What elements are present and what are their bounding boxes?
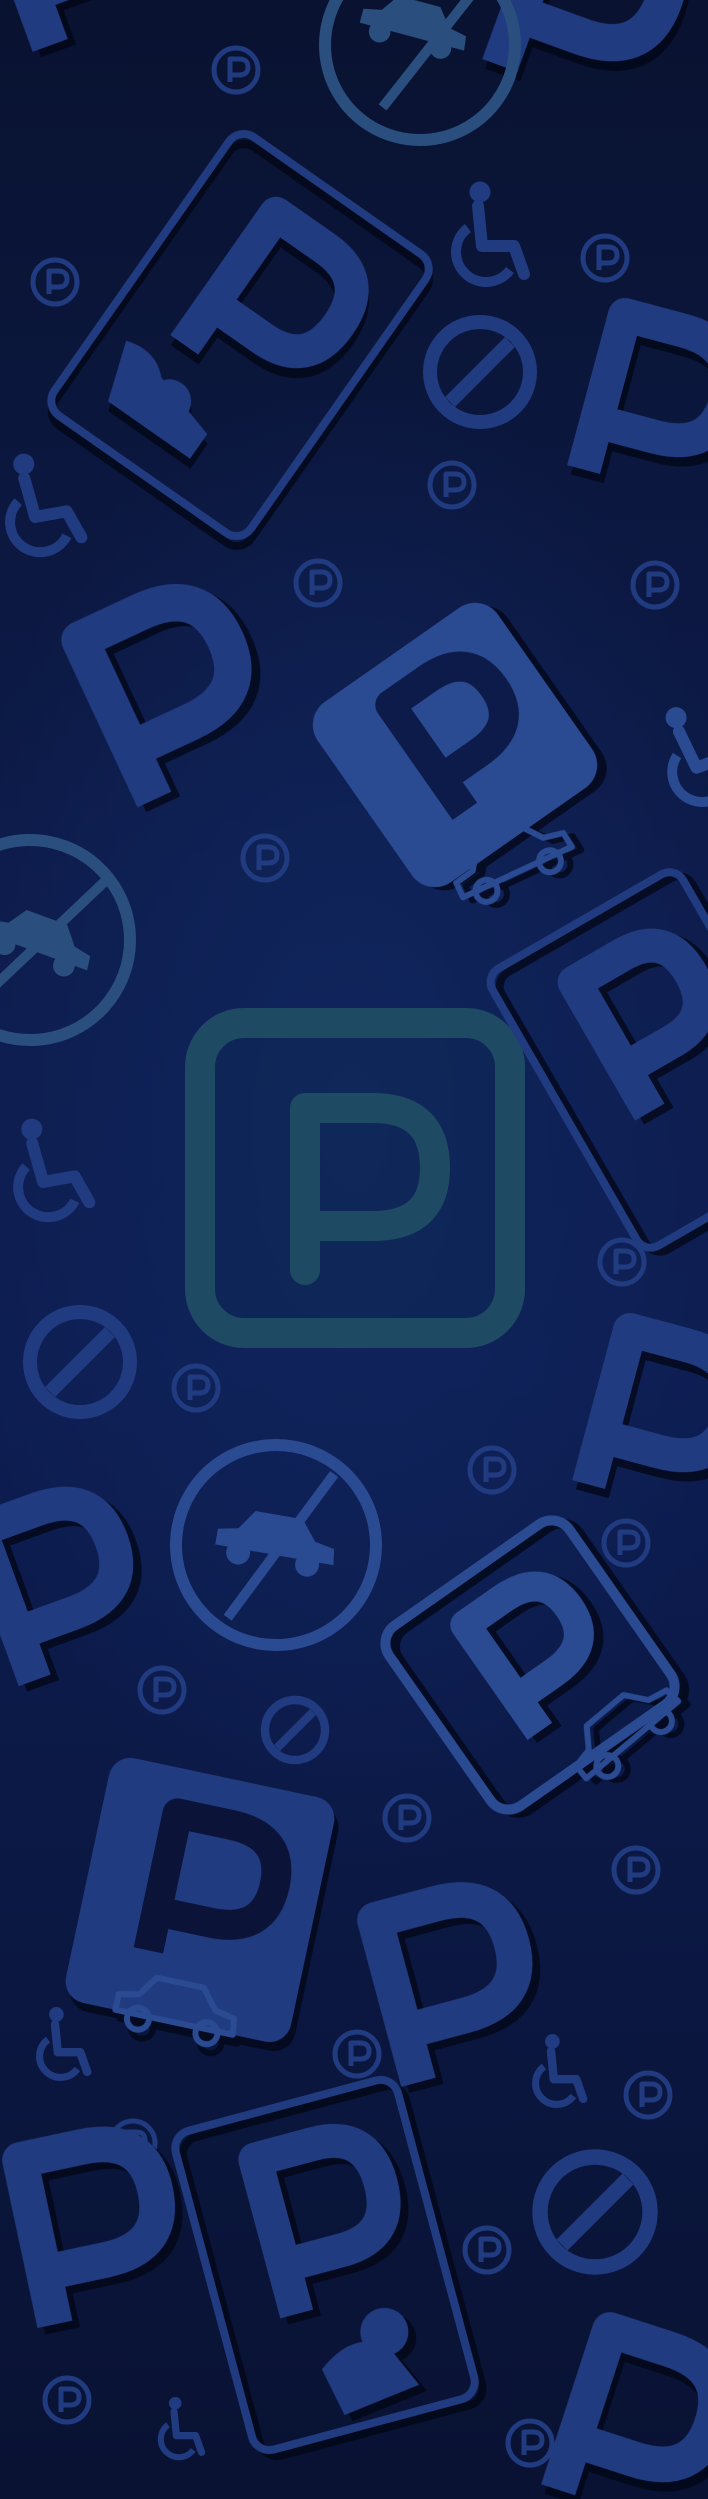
parking-coin-icon bbox=[385, 1796, 429, 1840]
parking-coin-icon bbox=[430, 463, 474, 507]
parking-coin-icon bbox=[604, 1521, 648, 1565]
letter-p-icon bbox=[589, 1330, 708, 1516]
no-entry-icon bbox=[540, 2157, 650, 2267]
letter-p-icon bbox=[375, 1887, 540, 2082]
parking-coin-icon bbox=[296, 561, 340, 605]
parking-coin-icon bbox=[626, 2073, 670, 2117]
wheelchair-icon bbox=[6, 1112, 90, 1222]
wheelchair-icon bbox=[456, 182, 524, 282]
parking-coin-icon bbox=[600, 1240, 644, 1284]
letter-p-icon bbox=[20, 2134, 178, 2325]
no-car-icon bbox=[0, 834, 136, 1046]
parking-coin-icon bbox=[465, 2228, 509, 2272]
parking-pattern-background bbox=[0, 0, 708, 2499]
pattern-canvas bbox=[0, 0, 708, 2499]
center-parking-sign bbox=[185, 1008, 525, 1348]
letter-p-icon bbox=[500, 0, 684, 111]
wheelchair-icon bbox=[650, 693, 708, 810]
letter-p-icon bbox=[0, 0, 174, 45]
parking-coin-icon bbox=[243, 836, 287, 880]
parking-coin-icon bbox=[633, 563, 677, 607]
parking-coin-icon bbox=[45, 2378, 89, 2422]
parking-coin-icon bbox=[583, 236, 627, 280]
parking-meter-card-icon bbox=[47, 129, 433, 541]
no-entry-icon bbox=[30, 1312, 130, 1412]
parking-coin-icon bbox=[140, 1668, 184, 1712]
no-car-icon bbox=[170, 1439, 382, 1651]
parking-car-square-icon bbox=[65, 1757, 335, 2061]
parking-meter-card-icon bbox=[171, 2075, 479, 2455]
letter-p-icon bbox=[558, 2330, 708, 2499]
parking-car-diamond-icon bbox=[380, 1515, 701, 1815]
wheelchair-icon bbox=[0, 447, 83, 557]
wheelchair-icon bbox=[40, 2007, 88, 2077]
letter-p-icon bbox=[584, 315, 708, 501]
no-entry-icon bbox=[430, 322, 530, 422]
parking-coin-icon bbox=[174, 1366, 218, 1410]
wheelchair-icon bbox=[536, 2034, 584, 2104]
parking-coin-icon bbox=[470, 1448, 514, 1492]
parking-coin-icon bbox=[508, 2421, 552, 2465]
parking-coin-icon bbox=[214, 48, 258, 92]
letter-p-icon bbox=[80, 584, 274, 799]
no-entry-icon bbox=[265, 1700, 325, 1760]
parking-coin-icon bbox=[335, 2032, 379, 2076]
parking-coin-icon bbox=[33, 260, 77, 304]
letter-p-icon bbox=[0, 1489, 147, 1680]
wheelchair-icon bbox=[161, 2397, 202, 2457]
parking-coin-icon bbox=[614, 1848, 658, 1892]
parking-car-diamond-icon bbox=[312, 602, 598, 943]
